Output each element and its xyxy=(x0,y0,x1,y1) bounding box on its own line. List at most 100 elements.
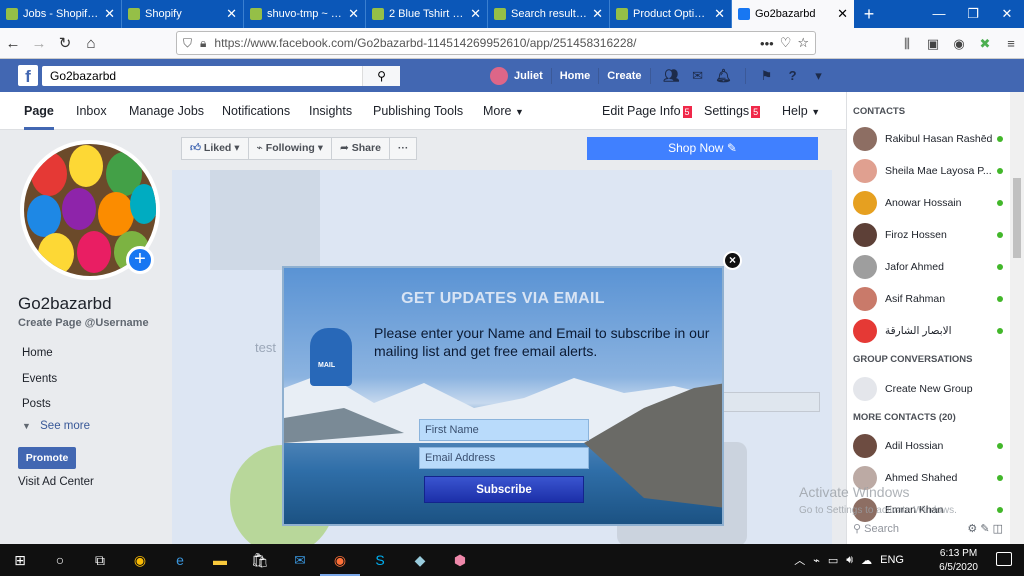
tab-manage-jobs[interactable]: Manage Jobs xyxy=(129,92,204,130)
friend-requests-icon[interactable]: 👥︎ xyxy=(659,68,685,84)
left-nav-events[interactable]: Events xyxy=(22,373,57,385)
add-photo-button[interactable]: + xyxy=(126,246,154,274)
contact-item[interactable]: Adil Hossian xyxy=(853,433,1003,459)
close-icon[interactable]: ✕ xyxy=(226,6,237,22)
promote-button[interactable]: Promote xyxy=(18,447,76,469)
app-icon[interactable]: ⬢ xyxy=(440,544,480,576)
library-icon[interactable]: ⫼ xyxy=(894,36,920,52)
settings-gear-icon[interactable]: ⚙ ✎ ◫ xyxy=(967,522,1003,535)
contact-item[interactable]: Jafor Ahmed xyxy=(853,254,1003,280)
volume-icon[interactable]: 🔊︎ xyxy=(846,554,853,567)
pocket-icon[interactable]: ♡ xyxy=(780,35,792,51)
chat-search-input[interactable]: ⚲ Search ⚙ ✎ ◫ xyxy=(853,522,1003,535)
subscribe-button[interactable]: Subscribe xyxy=(424,476,584,503)
windows-start-icon[interactable]: ⊞ xyxy=(0,544,40,576)
action-center-icon[interactable] xyxy=(996,552,1012,566)
contact-item[interactable]: Asif Rahman xyxy=(853,286,1003,312)
firefox-icon[interactable]: ◉ xyxy=(320,544,360,576)
forward-icon[interactable]: → xyxy=(26,35,52,52)
network-icon[interactable]: ⌁ xyxy=(813,554,820,567)
scrollbar[interactable] xyxy=(1010,92,1024,544)
tab-page[interactable]: Page xyxy=(24,92,54,130)
app-icon[interactable]: ◆ xyxy=(400,544,440,576)
bookmark-star-icon[interactable]: ☆ xyxy=(797,35,809,51)
help-menu[interactable]: Help ▼ xyxy=(782,92,820,130)
help-icon[interactable]: ? xyxy=(780,68,806,83)
left-nav-posts[interactable]: Posts xyxy=(22,398,51,410)
url-bar[interactable]: ⛉ 🔒︎ https://www.facebook.com/Go2bazarbd… xyxy=(176,31,816,55)
pages-icon[interactable]: ⚑ xyxy=(754,68,780,84)
edge-icon[interactable]: e xyxy=(160,544,200,576)
share-button[interactable]: ➦ Share xyxy=(331,137,390,160)
contact-item[interactable]: Rakibul Hasan Rashēd xyxy=(853,126,1003,152)
shop-now-button[interactable]: Shop Now ✎ xyxy=(587,137,818,160)
close-popup-button[interactable]: × xyxy=(723,251,742,270)
account-icon[interactable]: ◉ xyxy=(946,36,972,52)
close-icon[interactable]: ✕ xyxy=(104,6,115,22)
close-icon[interactable]: ✕ xyxy=(714,6,725,22)
browser-tab[interactable]: 2 Blue Tshirt – shuvo✕ xyxy=(366,0,488,28)
browser-tab[interactable]: shuvo-tmp ~ The ✕ xyxy=(244,0,366,28)
browser-tab[interactable]: Search results for✕ xyxy=(488,0,610,28)
liked-button[interactable]: 👍︎ Liked ▾ xyxy=(181,137,249,160)
store-icon[interactable]: 🛍︎ xyxy=(240,544,280,576)
messenger-icon[interactable]: ✉ xyxy=(685,68,711,84)
back-icon[interactable]: ← xyxy=(0,35,26,52)
tab-publishing-tools[interactable]: Publishing Tools xyxy=(373,92,463,130)
chevron-down-icon[interactable]: ▾ xyxy=(806,68,832,84)
contact-item[interactable]: Anowar Hossain xyxy=(853,190,1003,216)
close-window-icon[interactable]: ✕ xyxy=(990,0,1024,28)
more-actions-icon[interactable]: ••• xyxy=(760,36,774,51)
visit-ad-center-link[interactable]: Visit Ad Center xyxy=(18,476,94,488)
following-button[interactable]: ⌁ Following ▾ xyxy=(247,137,332,160)
edit-page-info-link[interactable]: Edit Page Info 5 xyxy=(602,92,692,130)
search-icon[interactable]: ⚲ xyxy=(362,66,400,86)
facebook-search-input[interactable]: Go2bazarbd ⚲ xyxy=(42,66,400,86)
clock[interactable]: 6:13 PM 6/5/2020 xyxy=(939,547,978,575)
more-options-button[interactable]: ··· xyxy=(388,137,418,160)
menu-icon[interactable]: ≡ xyxy=(998,36,1024,51)
browser-tab[interactable]: Product Options ✕ xyxy=(610,0,732,28)
settings-link[interactable]: Settings 5 xyxy=(704,92,761,130)
minimize-icon[interactable]: — xyxy=(922,0,956,28)
contact-item[interactable]: الابصار الشارقة xyxy=(853,318,1003,344)
language-icon[interactable]: ENG xyxy=(880,554,904,566)
create-link[interactable]: Create xyxy=(607,70,641,82)
task-view-icon[interactable]: ⧉ xyxy=(80,544,120,576)
extension-icon[interactable]: ✖ xyxy=(972,36,998,52)
contact-item[interactable]: Sheila Mae Layosa P... xyxy=(853,158,1003,184)
sidebar-icon[interactable]: ▣ xyxy=(920,36,946,52)
avatar[interactable] xyxy=(490,66,508,85)
browser-tab[interactable]: Shopify ✕ xyxy=(122,0,244,28)
browser-tab[interactable]: Jobs - Shopify Pa✕ xyxy=(0,0,122,28)
skype-icon[interactable]: S xyxy=(360,544,400,576)
cortana-search-icon[interactable]: ○ xyxy=(40,544,80,576)
tab-notifications[interactable]: Notifications xyxy=(222,92,290,130)
reload-icon[interactable]: ↻ xyxy=(52,34,78,52)
browser-tab-active[interactable]: Go2bazarbd ✕ xyxy=(732,0,854,28)
left-nav-home[interactable]: Home xyxy=(22,347,53,359)
tab-insights[interactable]: Insights xyxy=(309,92,352,130)
home-link[interactable]: Home xyxy=(560,70,591,82)
contact-item[interactable]: Firoz Hossen xyxy=(853,222,1003,248)
email-input[interactable]: Email Address xyxy=(419,447,589,469)
profile-link[interactable]: Juliet xyxy=(514,70,543,82)
home-icon[interactable]: ⌂ xyxy=(78,35,104,52)
mail-icon[interactable]: ✉ xyxy=(280,544,320,576)
close-icon[interactable]: ✕ xyxy=(470,6,481,22)
create-username-link[interactable]: Create Page @Username xyxy=(18,317,149,329)
notifications-bell-icon[interactable]: 🔔︎ xyxy=(711,68,737,84)
close-icon[interactable]: ✕ xyxy=(592,6,603,22)
onedrive-icon[interactable]: ☁ xyxy=(861,554,872,567)
tab-more[interactable]: More ▼ xyxy=(483,92,524,130)
file-explorer-icon[interactable]: ▬ xyxy=(200,544,240,576)
close-icon[interactable]: ✕ xyxy=(837,6,848,22)
first-name-input[interactable]: First Name xyxy=(419,419,589,441)
tab-inbox[interactable]: Inbox xyxy=(76,92,107,130)
create-group-button[interactable]: Create New Group xyxy=(853,376,1003,402)
battery-icon[interactable]: ▭ xyxy=(828,554,838,567)
chrome-icon[interactable]: ◉ xyxy=(120,544,160,576)
new-tab-button[interactable]: + xyxy=(854,0,884,28)
close-icon[interactable]: ✕ xyxy=(348,6,359,22)
restore-icon[interactable]: ❐ xyxy=(956,0,990,28)
